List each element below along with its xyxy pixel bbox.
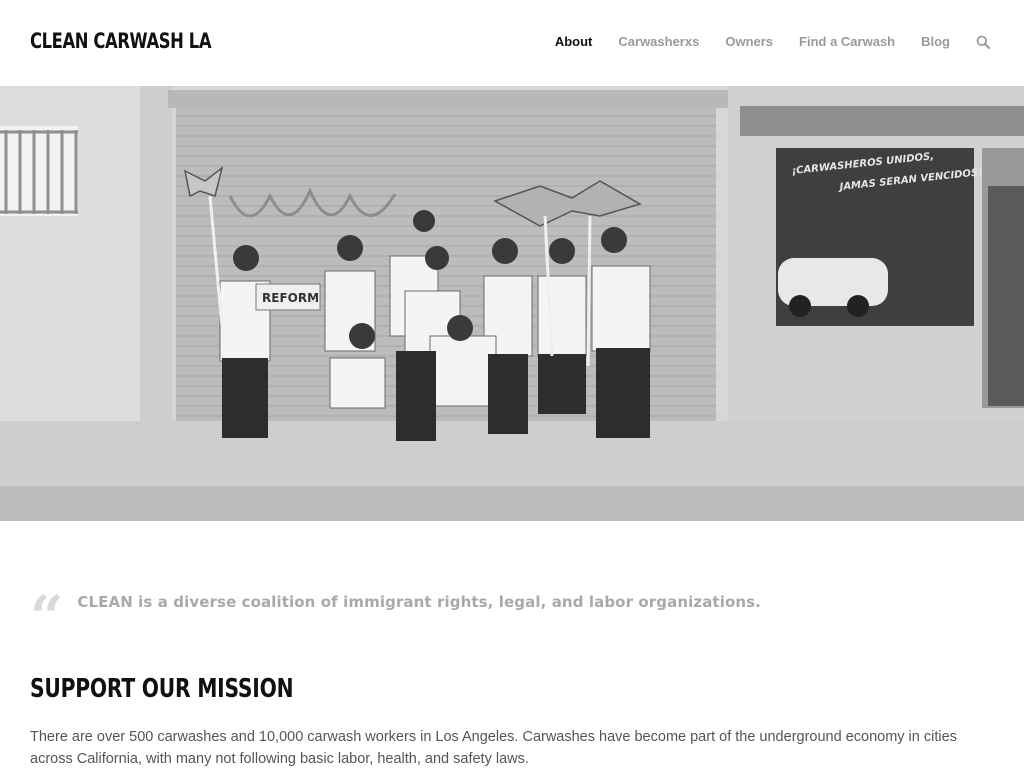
search-icon[interactable]	[976, 35, 990, 49]
hero-image: ¡CARWASHEROS UNIDOS, JAMAS SERAN VENCIDO…	[0, 86, 1024, 521]
protest-sign-text: REFORM	[262, 291, 319, 305]
main-nav: About Carwasherxs Owners Find a Carwash …	[529, 34, 990, 49]
quote-mark-icon: “	[30, 583, 64, 651]
quote-text: CLEAN is a diverse coalition of immigran…	[77, 593, 761, 611]
site-header: CLEAN CARWASH LA About Carwasherxs Owner…	[0, 0, 1024, 86]
nav-item-about[interactable]: About	[555, 34, 593, 49]
hero-photo: ¡CARWASHEROS UNIDOS, JAMAS SERAN VENCIDO…	[0, 86, 1024, 521]
section-title: SUPPORT OUR MISSION	[30, 674, 294, 704]
pull-quote: “ CLEAN is a diverse coalition of immigr…	[30, 582, 761, 651]
nav-item-find-a-carwash[interactable]: Find a Carwash	[799, 34, 895, 49]
nav-item-blog[interactable]: Blog	[921, 34, 950, 49]
nav-item-owners[interactable]: Owners	[725, 34, 773, 49]
mission-body-text: There are over 500 carwashes and 10,000 …	[30, 729, 957, 767]
nav-item-carwasherxs[interactable]: Carwasherxs	[618, 34, 699, 49]
site-logo[interactable]: CLEAN CARWASH LA	[30, 29, 212, 53]
